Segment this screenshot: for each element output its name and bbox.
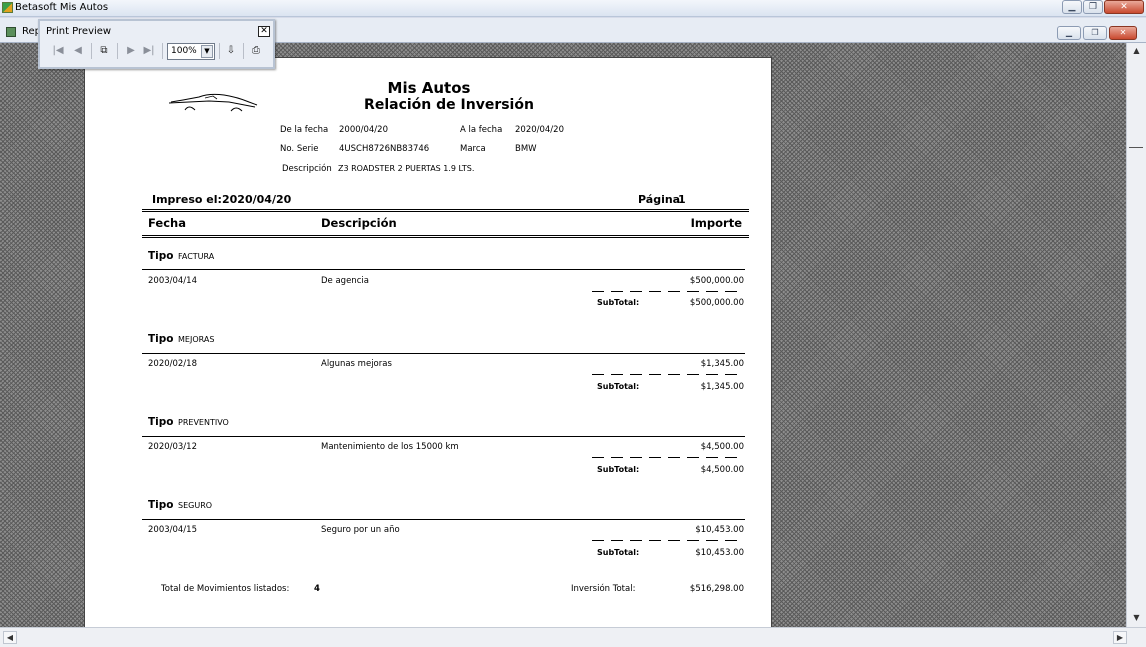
scroll-left-arrow-icon[interactable]: ◀ — [3, 631, 17, 644]
a-fecha-label: A la fecha — [460, 125, 503, 135]
toolbar-separator — [91, 43, 92, 59]
col-importe: Importe — [690, 216, 742, 230]
subtotal-value: $10,453.00 — [695, 548, 744, 558]
col-fecha: Fecha — [148, 216, 186, 230]
print-preview-title: Print Preview — [46, 26, 112, 37]
group-rule — [142, 353, 745, 354]
export-icon[interactable]: ⇩ — [223, 43, 239, 59]
subtotal-value: $1,345.00 — [700, 382, 744, 392]
inversion-total-label: Inversión Total: — [571, 584, 636, 594]
subtotal-label: SubTotal: — [597, 465, 640, 474]
row-descripcion: Algunas mejoras — [321, 359, 392, 369]
row-importe: $1,345.00 — [700, 359, 744, 369]
scroll-right-arrow-icon[interactable]: ▶ — [1113, 631, 1127, 644]
last-page-icon[interactable]: ▶| — [141, 43, 157, 59]
subtotal-value: $4,500.00 — [700, 465, 744, 475]
print-preview-close-button[interactable]: ✕ — [258, 26, 270, 37]
subtotal-label: SubTotal: — [597, 298, 640, 307]
row-fecha: 2003/04/15 — [148, 525, 197, 535]
report-page: Mis Autos Relación de Inversión De la fe… — [84, 57, 772, 627]
next-page-icon[interactable]: ▶ — [123, 43, 139, 59]
report-title: Mis Autos — [387, 79, 471, 97]
tipo-label: Tipo — [148, 333, 174, 345]
zoom-select[interactable]: 100% ▼ — [167, 43, 215, 60]
toolbar-separator — [117, 43, 118, 59]
descripcion-label: Descripción — [282, 164, 332, 174]
app-maximize-button[interactable]: ❐ — [1083, 0, 1103, 14]
serie-label: No. Serie — [280, 144, 319, 154]
app-title-bar: Betasoft Mis Autos ▁ ❐ ✕ — [0, 0, 1146, 17]
subtotal-dash-rule — [592, 374, 744, 375]
row-importe: $4,500.00 — [700, 442, 744, 452]
subtotal-dash-rule — [592, 457, 744, 458]
marca-label: Marca — [460, 144, 486, 154]
tipo-value: FACTURA — [178, 252, 215, 261]
inversion-total-value: $516,298.00 — [689, 584, 744, 594]
impreso-value: 2020/04/20 — [222, 193, 292, 206]
child-close-button[interactable]: ✕ — [1109, 26, 1137, 40]
app-icon — [2, 2, 13, 13]
scroll-down-arrow-icon[interactable]: ▼ — [1129, 611, 1144, 626]
subtotal-label: SubTotal: — [597, 382, 640, 391]
header-rule-bottom — [142, 235, 749, 236]
chevron-down-icon[interactable]: ▼ — [201, 45, 213, 58]
serie-value: 4USCH8726NB83746 — [339, 144, 430, 154]
subtotal-label: SubTotal: — [597, 548, 640, 557]
zoom-value: 100% — [171, 46, 197, 56]
tipo-label: Tipo — [148, 499, 174, 511]
group-rule — [142, 269, 745, 270]
app-close-button[interactable]: ✕ — [1104, 0, 1144, 14]
first-page-icon[interactable]: |◀ — [50, 43, 66, 59]
de-fecha-label: De la fecha — [280, 125, 329, 135]
total-movimientos-label: Total de Movimientos listados: — [161, 584, 290, 594]
row-fecha: 2020/02/18 — [148, 359, 197, 369]
col-descripcion: Descripción — [321, 216, 397, 230]
toolbar-separator — [219, 43, 220, 59]
descripcion-value: Z3 ROADSTER 2 PUERTAS 1.9 LTS. — [338, 164, 475, 173]
row-fecha: 2003/04/14 — [148, 276, 197, 286]
print-preview-toolbar[interactable]: Print Preview ✕ |◀ ◀ ⧉ ▶ ▶| 100% ▼ ⇩ ⎙ — [38, 19, 275, 69]
tipo-label: Tipo — [148, 416, 174, 428]
pagina-value: 1 — [678, 193, 686, 206]
group-rule — [142, 436, 745, 437]
header-rule-bottom-2 — [142, 237, 749, 238]
subtotal-dash-rule — [592, 540, 744, 541]
prev-page-icon[interactable]: ◀ — [70, 43, 86, 59]
tipo-value: SEGURO — [178, 501, 213, 510]
report-window-icon — [6, 27, 16, 37]
row-importe: $500,000.00 — [689, 276, 744, 286]
print-icon[interactable]: ⎙ — [248, 43, 264, 59]
header-rule-top — [142, 209, 749, 210]
tipo-label: Tipo — [148, 250, 174, 262]
row-descripcion: Mantenimiento de los 15000 km — [321, 442, 459, 452]
copy-icon[interactable]: ⧉ — [96, 43, 112, 59]
app-minimize-button[interactable]: ▁ — [1062, 0, 1082, 14]
horizontal-scrollbar[interactable]: ◀ ▶ — [0, 627, 1146, 647]
report-subtitle: Relación de Inversión — [364, 97, 534, 113]
subtotal-dash-rule — [592, 291, 744, 292]
tipo-value: PREVENTIVO — [178, 418, 229, 427]
tipo-value: MEJORAS — [178, 335, 215, 344]
row-importe: $10,453.00 — [695, 525, 744, 535]
pagina-label: Página — [638, 193, 681, 206]
toolbar-separator — [243, 43, 244, 59]
marca-value: BMW — [515, 144, 537, 154]
scroll-up-arrow-icon[interactable]: ▲ — [1129, 44, 1144, 59]
subtotal-value: $500,000.00 — [689, 298, 744, 308]
de-fecha-value: 2000/04/20 — [339, 125, 388, 135]
total-movimientos-value: 4 — [314, 584, 320, 594]
row-fecha: 2020/03/12 — [148, 442, 197, 452]
row-descripcion: De agencia — [321, 276, 369, 286]
group-rule — [142, 519, 745, 520]
impreso-label: Impreso el: — [152, 193, 222, 206]
toolbar-separator — [162, 43, 163, 59]
a-fecha-value: 2020/04/20 — [515, 125, 564, 135]
app-title: Betasoft Mis Autos — [15, 2, 109, 13]
row-descripcion: Seguro por un año — [321, 525, 400, 535]
vertical-scrollbar[interactable]: ▲ ▼ — [1126, 43, 1146, 627]
child-restore-button[interactable]: ❐ — [1083, 26, 1107, 40]
child-minimize-button[interactable]: ▁ — [1057, 26, 1081, 40]
header-rule-top-2 — [142, 211, 749, 212]
scroll-thumb[interactable] — [1129, 138, 1143, 148]
